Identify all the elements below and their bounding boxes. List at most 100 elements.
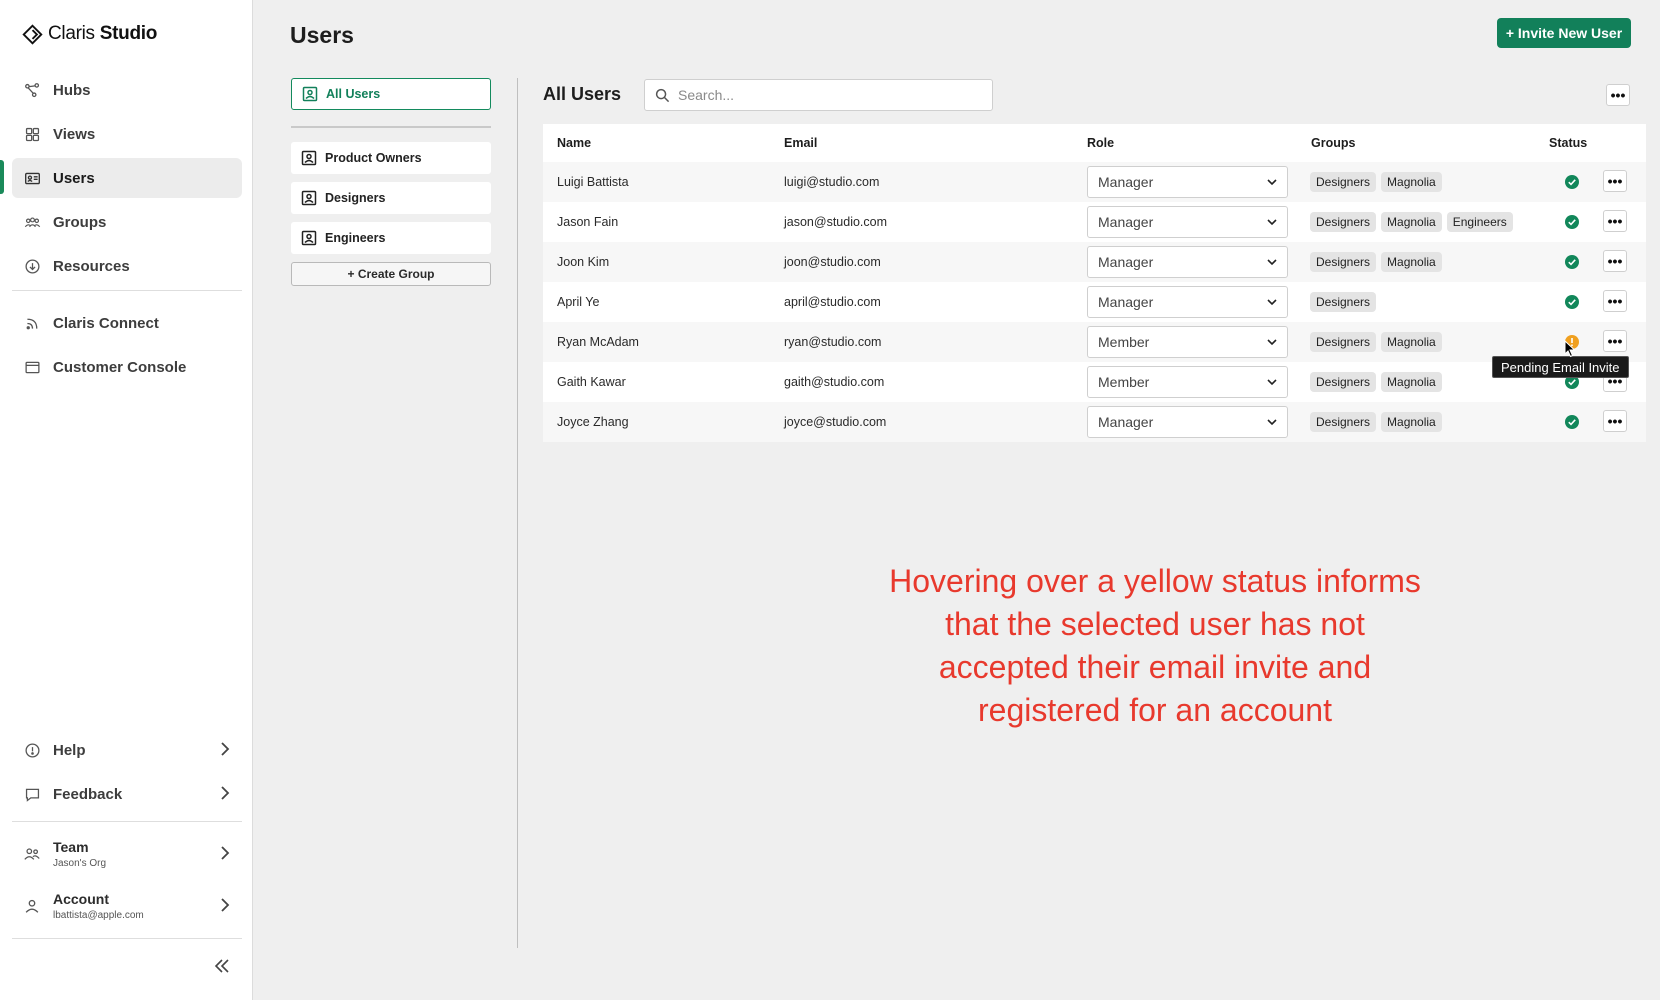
chevron-down-icon <box>1267 338 1277 345</box>
create-group-button[interactable]: + Create Group <box>291 262 491 286</box>
search-icon <box>655 88 670 102</box>
row-more-button[interactable]: ••• <box>1603 290 1627 312</box>
collapse-sidebar-icon[interactable] <box>214 959 230 978</box>
team-subtitle: Jason's Org <box>53 858 107 869</box>
sidebar-item-label: Hubs <box>53 81 91 99</box>
group-tags: Designers Magnolia Engineers <box>1310 212 1513 232</box>
group-tags: Designers <box>1310 292 1377 312</box>
role-value: Manager <box>1098 294 1154 310</box>
user-name: April Ye <box>557 295 600 309</box>
sidebar-item-views[interactable]: Views <box>12 114 242 154</box>
group-item-engineers[interactable]: Engineers <box>291 222 491 254</box>
column-header-status[interactable]: Status <box>1549 136 1587 150</box>
group-tags: Designers Magnolia <box>1310 412 1442 432</box>
group-tag[interactable]: Magnolia <box>1381 252 1442 272</box>
sidebar-item-label: Views <box>53 125 96 143</box>
group-item-product-owners[interactable]: Product Owners <box>291 142 491 174</box>
group-tags: Designers Magnolia <box>1310 372 1442 392</box>
role-select[interactable]: Manager <box>1087 286 1288 318</box>
table-row[interactable]: Ryan McAdam ryan@studio.com Member Designer… <box>543 322 1646 362</box>
table-row[interactable]: Joon Kim joon@studio.com Manager Designers M… <box>543 242 1646 282</box>
sidebar-item-label: Claris Connect <box>53 314 159 332</box>
active-status-icon[interactable] <box>1565 415 1579 429</box>
row-more-button[interactable]: ••• <box>1603 170 1627 192</box>
group-tag[interactable]: Magnolia <box>1381 372 1442 392</box>
active-status-icon[interactable] <box>1565 215 1579 229</box>
group-item-designers[interactable]: Designers <box>291 182 491 214</box>
sidebar-item-help[interactable]: Help <box>12 730 242 770</box>
sidebar-item-users[interactable]: Users <box>12 158 242 198</box>
user-email: gaith@studio.com <box>784 375 885 389</box>
row-more-button[interactable]: ••• <box>1603 330 1627 352</box>
column-header-name[interactable]: Name <box>557 136 591 150</box>
row-more-button[interactable]: ••• <box>1603 250 1627 272</box>
help-left: Help <box>23 741 86 759</box>
chevron-down-icon <box>1267 258 1277 265</box>
group-tag[interactable]: Designers <box>1310 172 1377 192</box>
group-tag[interactable]: Designers <box>1310 212 1377 232</box>
role-value: Manager <box>1098 174 1154 190</box>
column-header-role[interactable]: Role <box>1087 136 1114 150</box>
search-input[interactable] <box>678 87 968 103</box>
role-select[interactable]: Manager <box>1087 246 1288 278</box>
active-status-icon[interactable] <box>1565 255 1579 269</box>
column-header-groups[interactable]: Groups <box>1311 136 1355 150</box>
group-tag[interactable]: Magnolia <box>1381 412 1442 432</box>
users-table: Name Email Role Groups Status Luigi Batt… <box>543 124 1646 442</box>
group-item-all-users[interactable]: All Users <box>291 78 491 110</box>
sidebar-item-resources[interactable]: Resources <box>12 246 242 286</box>
sidebar-item-customer-console[interactable]: Customer Console <box>12 347 242 387</box>
sidebar-item-claris-connect[interactable]: Claris Connect <box>12 303 242 343</box>
user-name: Luigi Battista <box>557 175 629 189</box>
group-tags: Designers Magnolia <box>1310 252 1442 272</box>
user-card-icon <box>302 86 318 102</box>
brand-name-bold: Studio <box>99 23 158 44</box>
group-tag[interactable]: Designers <box>1310 332 1377 352</box>
active-status-icon[interactable] <box>1565 175 1579 189</box>
brand-logo[interactable]: Claris Studio <box>22 23 157 45</box>
table-row[interactable]: April Ye april@studio.com Manager Designers… <box>543 282 1646 322</box>
sidebar-item-hubs[interactable]: Hubs <box>12 70 242 110</box>
secondary-nav: Claris Connect Customer Console <box>12 303 242 391</box>
chevron-down-icon <box>1267 418 1277 425</box>
more-options-button[interactable]: ••• <box>1606 84 1630 106</box>
row-more-button[interactable]: ••• <box>1603 210 1627 232</box>
sidebar-item-label: Groups <box>53 213 107 231</box>
group-tag[interactable]: Magnolia <box>1381 172 1442 192</box>
group-tag[interactable]: Magnolia <box>1381 212 1442 232</box>
group-tag[interactable]: Designers <box>1310 372 1377 392</box>
account-texts: Account lbattista@apple.com <box>53 891 144 921</box>
window-icon <box>23 358 41 376</box>
invite-new-user-button[interactable]: + Invite New User <box>1497 18 1631 48</box>
table-row[interactable]: Jason Fain jason@studio.com Manager Designe… <box>543 202 1646 242</box>
table-row[interactable]: Luigi Battista luigi@studio.com Manager Des… <box>543 162 1646 202</box>
group-tag[interactable]: Designers <box>1310 412 1377 432</box>
sidebar-item-feedback[interactable]: Feedback <box>12 774 242 814</box>
table-row[interactable]: Joyce Zhang joyce@studio.com Manager Design… <box>543 402 1646 442</box>
rss-icon <box>23 314 41 332</box>
group-tag[interactable]: Engineers <box>1446 212 1513 232</box>
role-select[interactable]: Manager <box>1087 406 1288 438</box>
role-select[interactable]: Manager <box>1087 206 1288 238</box>
row-more-button[interactable]: ••• <box>1603 410 1627 432</box>
team-switcher[interactable]: Team Jason's Org <box>12 832 242 876</box>
group-tag[interactable]: Designers <box>1310 292 1377 312</box>
account-menu[interactable]: Account lbattista@apple.com <box>12 884 242 928</box>
chat-icon <box>23 785 41 803</box>
user-card-icon <box>301 230 317 246</box>
sidebar-item-groups[interactable]: Groups <box>12 202 242 242</box>
annotation-text: Hovering over a yellow status informs th… <box>889 563 1421 728</box>
account-left: Account lbattista@apple.com <box>23 891 144 921</box>
group-tag[interactable]: Designers <box>1310 252 1377 272</box>
feedback-left: Feedback <box>23 785 122 803</box>
column-header-email[interactable]: Email <box>784 136 817 150</box>
table-body: Luigi Battista luigi@studio.com Manager Des… <box>543 162 1646 442</box>
user-name: Ryan McAdam <box>557 335 639 349</box>
role-select[interactable]: Member <box>1087 366 1288 398</box>
role-select[interactable]: Manager <box>1087 166 1288 198</box>
role-select[interactable]: Member <box>1087 326 1288 358</box>
active-status-icon[interactable] <box>1565 295 1579 309</box>
group-tag[interactable]: Magnolia <box>1381 332 1442 352</box>
user-email: joyce@studio.com <box>784 415 887 429</box>
table-row[interactable]: Gaith Kawar gaith@studio.com Member Designe… <box>543 362 1646 402</box>
